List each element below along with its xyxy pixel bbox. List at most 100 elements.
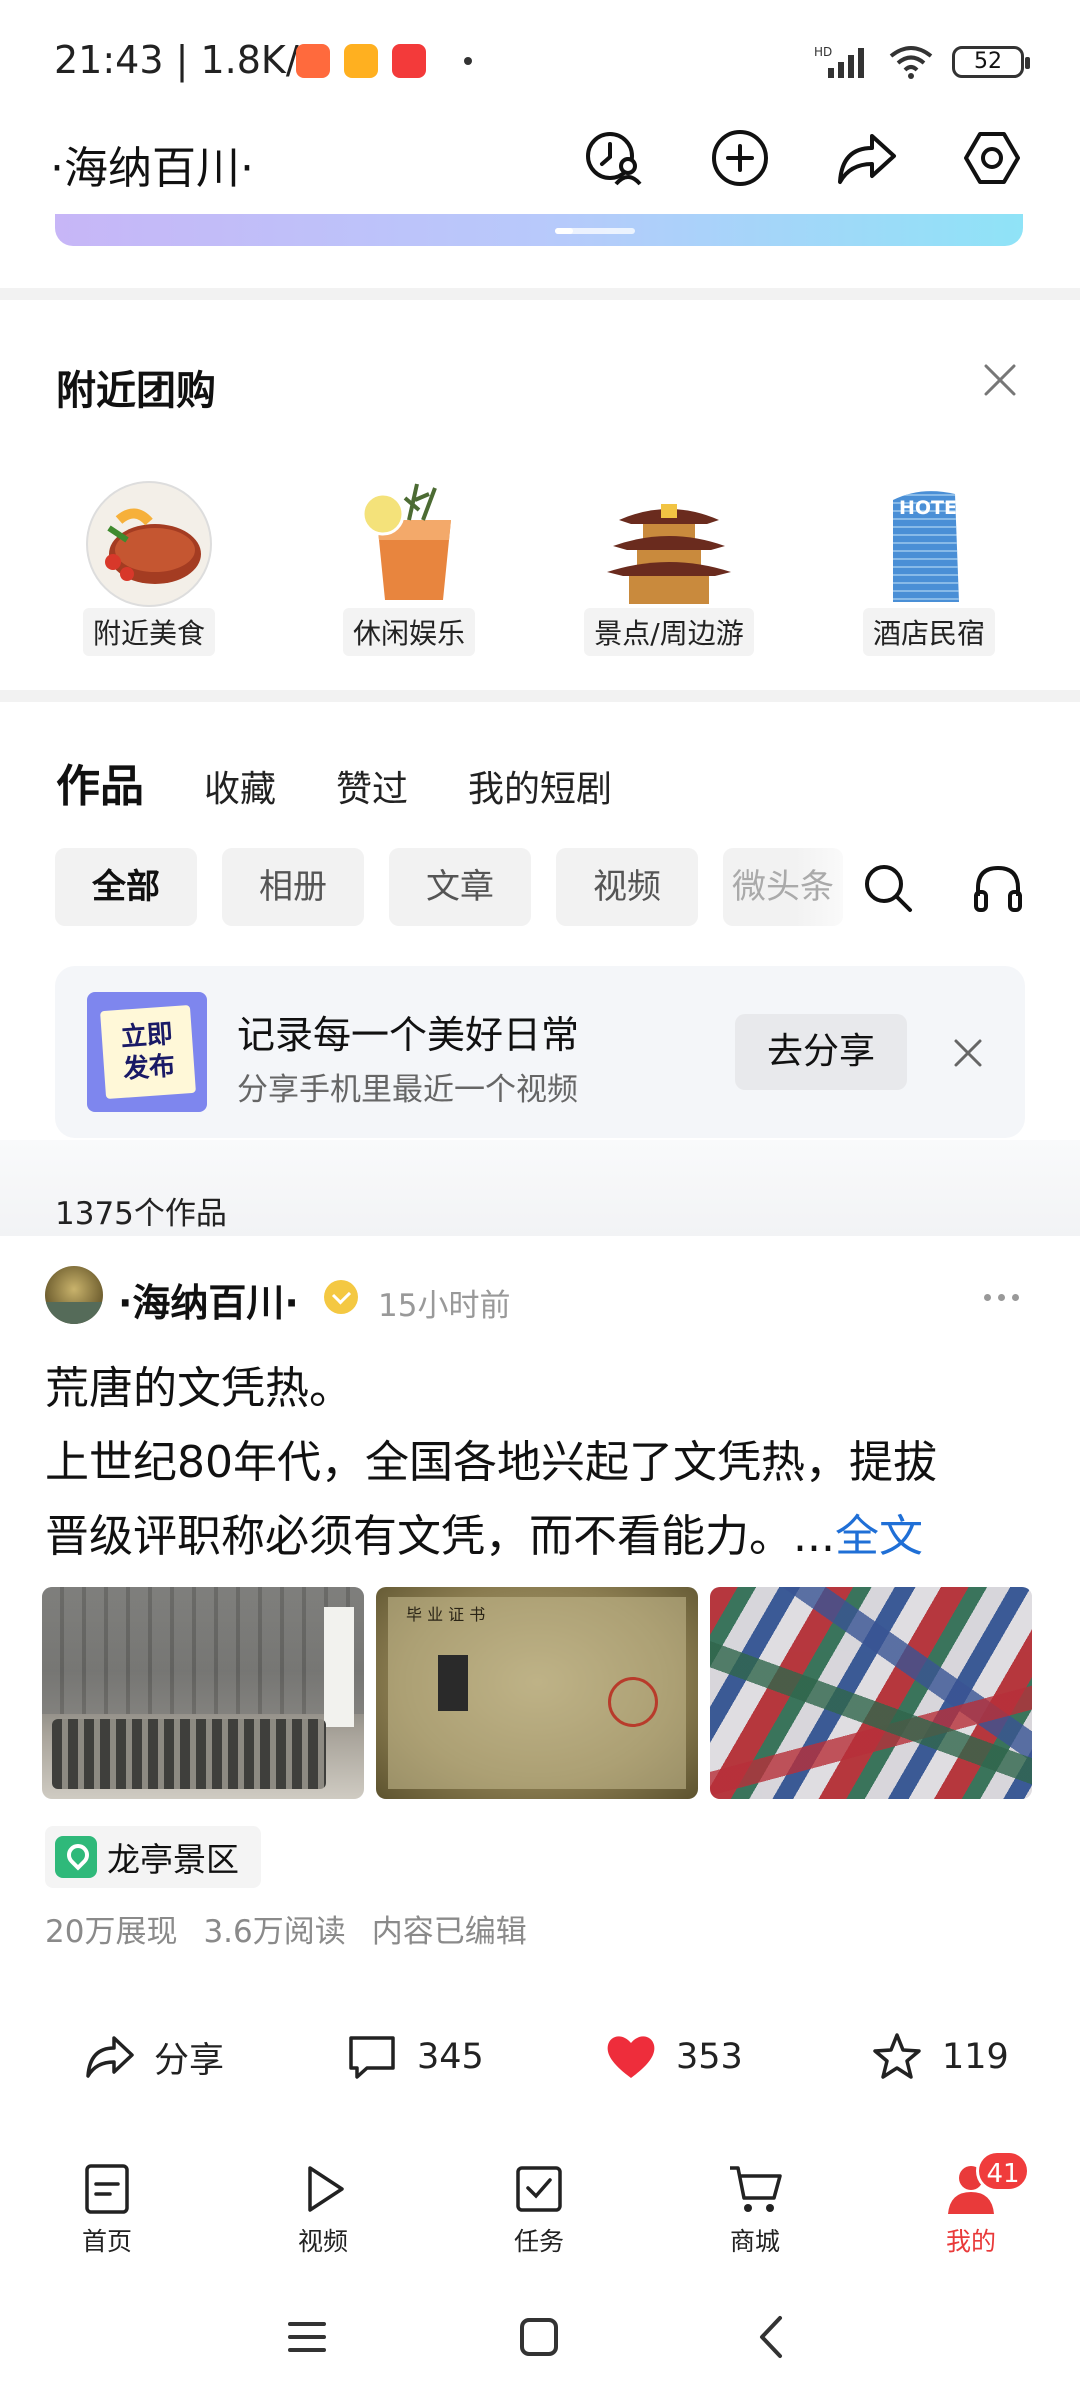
category-entertainment[interactable]: 休闲娱乐: [324, 480, 494, 656]
share-prompt-subtitle: 分享手机里最近一个视频: [237, 1072, 578, 1108]
go-share-button[interactable]: 去分享: [735, 1014, 907, 1090]
category-sights[interactable]: 景点/周边游: [584, 480, 754, 656]
favorite-action[interactable]: 119: [870, 2030, 1009, 2084]
filter-micro-posts[interactable]: 微头条: [723, 848, 843, 926]
nav-home[interactable]: 首页: [52, 2160, 162, 2258]
star-icon: [873, 2033, 921, 2079]
toutiao-notification-icon: [392, 44, 426, 78]
filter-all[interactable]: 全部: [55, 848, 197, 926]
photo-building: [42, 1587, 364, 1715]
post-photo[interactable]: [42, 1587, 364, 1799]
profile-tabs: 作品 收藏 赞过 我的短剧: [56, 750, 672, 814]
post-actions: 分享 345 353 119: [0, 2030, 1080, 2110]
location-pin-icon: [55, 1836, 97, 1878]
wifi-icon: [889, 46, 933, 79]
bottom-navigation: 首页 视频 任务 商城 41 我的: [0, 2150, 1080, 2270]
task-check-icon: [516, 2166, 562, 2212]
settings-icon[interactable]: [960, 126, 1024, 190]
like-action[interactable]: 353: [604, 2030, 743, 2084]
publish-now-sticker: 立即 发布: [100, 1004, 196, 1100]
heart-icon: [607, 2036, 655, 2078]
banner-carousel[interactable]: [55, 214, 1023, 246]
search-icon[interactable]: [862, 862, 914, 914]
edited-status: 内容已编辑: [371, 1914, 527, 1950]
nav-tasks[interactable]: 任务: [484, 2160, 594, 2258]
nav-label: 任务: [513, 2227, 564, 2256]
notification-badge: 41: [976, 2150, 1030, 2192]
photo-redaction: [438, 1655, 468, 1711]
nav-label: 首页: [81, 2227, 132, 2256]
nearby-section-title: 附近团购: [56, 368, 216, 414]
post-author[interactable]: ·海纳百川·: [118, 1272, 299, 1327]
nav-label: 商城: [729, 2227, 780, 2256]
post-body[interactable]: 荒唐的文凭热。 上世纪80年代，全国各地兴起了文凭热，提拔 晋级评职称必须有文凭…: [45, 1352, 1035, 1574]
share-icon[interactable]: [834, 126, 898, 190]
share-icon: [86, 2036, 134, 2078]
location-tag[interactable]: 龙亭景区: [45, 1826, 261, 1888]
post-line: 上世纪80年代，全国各地兴起了文凭热，提拔: [45, 1437, 937, 1488]
category-label: 景点/周边游: [584, 608, 754, 656]
svg-text:HD: HD: [814, 45, 832, 59]
share-label: 分享: [154, 2040, 225, 2081]
nav-label: 视频: [297, 2227, 348, 2256]
more-notifications-dot: [464, 57, 472, 65]
category-food[interactable]: 附近美食: [64, 480, 234, 656]
avatar[interactable]: [45, 1266, 103, 1324]
add-icon[interactable]: [708, 126, 772, 190]
section-divider: [0, 690, 1080, 702]
post-line-text: 晋级评职称必须有文凭，而不看能力。...: [45, 1511, 835, 1562]
post-line: 荒唐的文凭热。: [45, 1363, 353, 1414]
works-count: 1375个作品: [55, 1196, 227, 1232]
post-photos: 毕 业 证 书: [42, 1587, 1032, 1799]
read-full-link[interactable]: 全文: [835, 1511, 923, 1562]
app-notification-icon: [296, 44, 330, 78]
header-actions: [582, 126, 1024, 190]
tab-liked[interactable]: 赞过: [336, 760, 408, 812]
more-options-icon[interactable]: [984, 1294, 1019, 1301]
badge-line: 发布: [122, 1051, 177, 1085]
headphones-icon[interactable]: [972, 862, 1024, 914]
nav-mall[interactable]: 商城: [700, 2160, 810, 2258]
pagoda-icon: [607, 504, 731, 604]
tab-my-short-dramas[interactable]: 我的短剧: [468, 760, 612, 812]
reads-stat: 3.6万阅读: [203, 1914, 346, 1950]
visitor-history-icon[interactable]: [582, 126, 646, 190]
hotel-icon: HOTEL: [893, 491, 969, 602]
comment-action[interactable]: 345: [345, 2030, 484, 2084]
post-photo[interactable]: 毕 业 证 书: [376, 1587, 698, 1799]
nav-label: 我的: [945, 2227, 996, 2256]
filter-videos[interactable]: 视频: [556, 848, 698, 926]
cart-icon: [730, 2166, 782, 2212]
content-filters: 全部 相册 文章 视频 微头条: [55, 848, 843, 926]
page-title: ·海纳百川·: [50, 143, 254, 194]
category-label: 酒店民宿: [862, 608, 995, 656]
impressions-stat: 20万展现: [45, 1914, 178, 1950]
category-hotel[interactable]: HOTEL 酒店民宿: [844, 480, 1014, 656]
close-icon[interactable]: [951, 1036, 985, 1070]
filter-albums[interactable]: 相册: [222, 848, 364, 926]
tab-works[interactable]: 作品: [56, 750, 144, 814]
photo-sign: [324, 1607, 354, 1727]
nav-video[interactable]: 视频: [268, 2160, 378, 2258]
back-icon[interactable]: [748, 2312, 798, 2362]
photo-seal: [608, 1677, 658, 1727]
system-navigation: [0, 2290, 1080, 2400]
menu-icon[interactable]: [282, 2312, 332, 2362]
close-icon[interactable]: [980, 360, 1020, 400]
play-icon: [308, 2166, 344, 2212]
nav-me[interactable]: 41 我的: [916, 2150, 1030, 2258]
share-action[interactable]: 分享: [82, 2030, 224, 2084]
tab-favorites[interactable]: 收藏: [204, 760, 276, 812]
post-stats: 20万展现 3.6万阅读 内容已编辑: [45, 1906, 527, 1951]
section-divider: [0, 288, 1080, 300]
category-label: 休闲娱乐: [342, 608, 475, 656]
like-count: 353: [676, 2037, 743, 2077]
photo-crowd: [52, 1719, 326, 1789]
note-notification-icon: [344, 44, 378, 78]
home-icon[interactable]: [514, 2312, 564, 2362]
cocktail-icon: [361, 483, 451, 600]
comment-icon: [349, 2036, 395, 2079]
post-photo[interactable]: [710, 1587, 1032, 1799]
food-icon: [86, 481, 212, 607]
filter-articles[interactable]: 文章: [389, 848, 531, 926]
